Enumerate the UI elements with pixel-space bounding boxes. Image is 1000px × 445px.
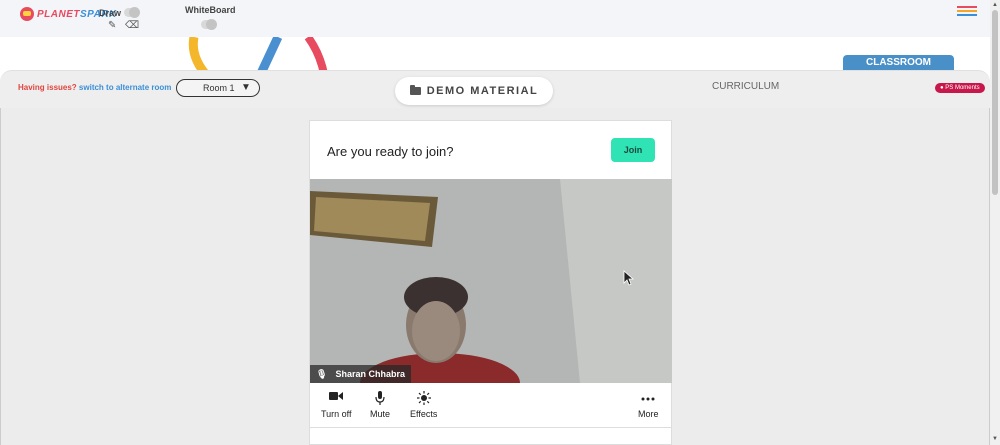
room-select[interactable]: Room 1 ▼ xyxy=(176,79,260,97)
alternate-room-link[interactable]: switch to alternate room xyxy=(79,83,171,92)
mic-small-icon: 🎙 xyxy=(316,369,328,379)
media-controls: Turn off Mute Effects More xyxy=(310,383,672,428)
logo-icon xyxy=(20,7,34,21)
mute-label: Mute xyxy=(370,409,391,419)
demo-material-label: DEMO MATERIAL xyxy=(426,85,539,97)
eraser-icon[interactable]: ⌫ xyxy=(125,21,139,31)
join-panel: Are you ready to join? Join 🎙 Sharan Chh… xyxy=(309,120,672,445)
more-button[interactable]: More xyxy=(638,391,659,419)
more-label: More xyxy=(638,409,659,419)
tab-curriculum[interactable]: CURRICULUM xyxy=(712,81,779,92)
top-toolbar: PLANETSPARK Draw ✎ ⌫ WhiteBoard xyxy=(0,0,990,37)
whiteboard-toggle[interactable] xyxy=(201,19,217,30)
video-preview: 🎙 Sharan Chhabra xyxy=(310,179,672,383)
ps-moments-badge[interactable]: ● PS Moments xyxy=(935,83,985,93)
effects-label: Effects xyxy=(410,409,438,419)
participant-name-tag: 🎙 Sharan Chhabra xyxy=(310,365,411,383)
issues-label: Having issues? xyxy=(18,83,77,92)
scroll-up-icon[interactable]: ▲ xyxy=(992,2,998,8)
more-icon xyxy=(638,391,659,405)
camera-feed xyxy=(310,179,672,383)
scrollbar-thumb[interactable] xyxy=(992,10,998,195)
page-scrollbar[interactable]: ▲ ▼ xyxy=(990,0,1000,445)
issues-text: Having issues? switch to alternate room xyxy=(18,83,171,92)
pencil-icon[interactable]: ✎ xyxy=(108,21,116,31)
participant-name: Sharan Chhabra xyxy=(335,369,405,379)
mute-button[interactable]: Mute xyxy=(370,391,390,419)
room-select-value: Room 1 xyxy=(203,83,235,93)
join-button[interactable]: Join xyxy=(611,138,655,162)
effects-button[interactable]: Effects xyxy=(410,391,437,419)
demo-material-button[interactable]: DEMO MATERIAL xyxy=(395,77,553,105)
dropdown-arrow-icon: ▼ xyxy=(241,82,251,93)
turn-off-camera-button[interactable]: Turn off xyxy=(321,391,352,419)
camera-icon xyxy=(321,391,352,405)
mic-icon xyxy=(370,391,390,405)
turn-off-label: Turn off xyxy=(321,409,352,419)
effects-icon xyxy=(410,391,437,405)
join-prompt: Are you ready to join? xyxy=(327,144,454,159)
folder-icon xyxy=(409,85,421,95)
scroll-down-icon[interactable]: ▼ xyxy=(992,436,998,442)
whiteboard-label: WhiteBoard xyxy=(185,5,236,15)
draw-toggle[interactable] xyxy=(124,7,140,18)
ps-moments-label: PS Moments xyxy=(945,85,980,91)
draw-label: Draw xyxy=(99,8,122,18)
tab-classroom[interactable]: CLASSROOM xyxy=(843,55,954,76)
menu-icon[interactable] xyxy=(957,6,977,18)
